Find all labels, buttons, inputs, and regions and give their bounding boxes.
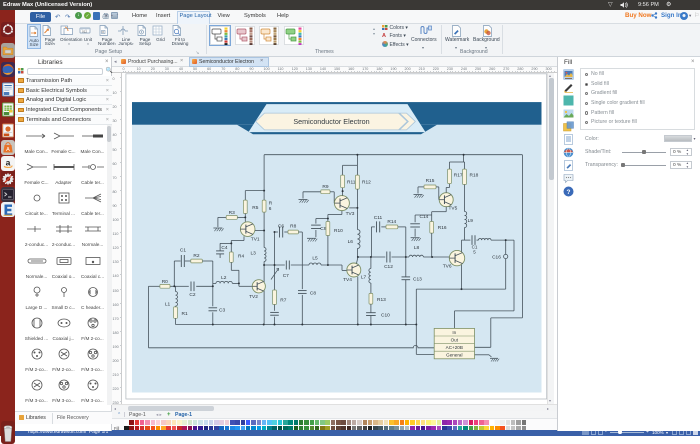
- svg-text:R3: R3: [229, 209, 235, 215]
- svg-text:R14: R14: [387, 218, 396, 224]
- svg-text:L5: L5: [312, 255, 318, 261]
- svg-text:R9: R9: [322, 184, 328, 190]
- svg-text:C1: C1: [180, 247, 186, 253]
- svg-text:R5: R5: [252, 204, 258, 210]
- svg-text:TV6: TV6: [443, 263, 452, 269]
- svg-text:C14: C14: [420, 213, 429, 219]
- svg-text:Semiconductor Electron: Semiconductor Electron: [293, 117, 369, 126]
- svg-text:TV5: TV5: [449, 205, 458, 211]
- svg-text:R16: R16: [438, 225, 447, 231]
- svg-text:AC+20B: AC+20B: [446, 345, 463, 350]
- svg-text:R0: R0: [162, 278, 168, 284]
- svg-text:L3: L3: [251, 250, 257, 256]
- svg-text:Out: Out: [451, 337, 459, 342]
- svg-text:C11: C11: [374, 215, 383, 221]
- svg-text:C3: C3: [219, 307, 225, 313]
- svg-text:R1: R1: [182, 311, 188, 317]
- svg-text:TV4: TV4: [343, 276, 352, 282]
- svg-text:L6: L6: [348, 239, 354, 245]
- svg-text:TV1: TV1: [251, 236, 260, 242]
- svg-text:C16: C16: [492, 254, 501, 260]
- svg-text:C12: C12: [384, 264, 393, 270]
- svg-text:C13: C13: [413, 276, 422, 282]
- svg-text:?: ?: [567, 189, 571, 196]
- svg-text:a: a: [5, 158, 10, 168]
- svg-text:R17: R17: [454, 172, 463, 178]
- svg-text:6: 6: [269, 206, 272, 212]
- svg-text:R: R: [269, 200, 273, 206]
- svg-text:A: A: [6, 147, 10, 153]
- svg-text:C8: C8: [310, 290, 316, 296]
- svg-text:R4: R4: [238, 253, 244, 259]
- svg-text:R10: R10: [334, 228, 343, 234]
- svg-text:R11: R11: [347, 179, 356, 185]
- svg-text:012: 012: [82, 29, 87, 33]
- svg-text:L9: L9: [468, 217, 474, 223]
- svg-text:R12: R12: [362, 179, 371, 185]
- svg-text:C6: C6: [278, 223, 284, 229]
- svg-text:General: General: [446, 352, 462, 357]
- svg-text:R13: R13: [377, 297, 386, 303]
- svg-text:L2: L2: [221, 274, 227, 280]
- svg-text:In: In: [452, 329, 456, 334]
- svg-text:R2: R2: [193, 253, 199, 259]
- svg-text:R8: R8: [290, 223, 296, 229]
- svg-text:R18: R18: [470, 172, 479, 178]
- svg-text:R15: R15: [426, 178, 435, 184]
- svg-text:TV2: TV2: [249, 294, 258, 300]
- svg-text:L1: L1: [165, 301, 171, 307]
- svg-text:C10: C10: [381, 312, 390, 318]
- svg-text:C2: C2: [189, 292, 195, 298]
- svg-text:L8: L8: [414, 244, 420, 250]
- svg-text:R7: R7: [280, 297, 286, 303]
- svg-text:C4: C4: [221, 244, 227, 250]
- svg-text:TV3: TV3: [346, 210, 355, 216]
- svg-text:C7: C7: [283, 273, 289, 279]
- svg-text:L7: L7: [361, 274, 367, 280]
